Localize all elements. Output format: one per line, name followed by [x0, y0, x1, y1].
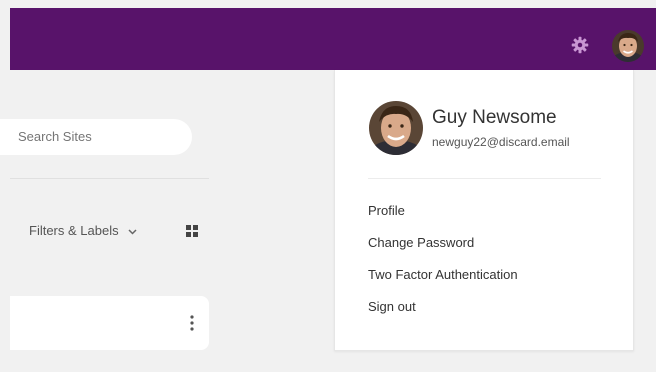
search-input[interactable]	[0, 119, 192, 155]
avatar[interactable]	[612, 30, 644, 62]
filters-labels-dropdown[interactable]: Filters & Labels	[29, 223, 137, 238]
user-menu-list: Profile Change Password Two Factor Authe…	[368, 203, 518, 331]
menu-item-profile[interactable]: Profile	[368, 203, 518, 235]
divider	[10, 178, 209, 179]
user-avatar	[369, 101, 423, 155]
chevron-down-icon	[128, 229, 137, 235]
top-bar	[10, 8, 656, 70]
gear-icon[interactable]	[571, 36, 589, 54]
user-email: newguy22@discard.email	[432, 135, 570, 149]
divider	[368, 178, 601, 179]
grid-icon[interactable]	[186, 225, 198, 237]
menu-item-two-factor-authentication[interactable]: Two Factor Authentication	[368, 267, 518, 299]
user-dropdown-menu: Guy Newsome newguy22@discard.email Profi…	[334, 70, 634, 351]
menu-item-sign-out[interactable]: Sign out	[368, 299, 518, 331]
menu-item-change-password[interactable]: Change Password	[368, 235, 518, 267]
user-name: Guy Newsome	[432, 107, 557, 128]
filters-labels-label: Filters & Labels	[29, 223, 119, 238]
kebab-menu-icon[interactable]	[186, 313, 198, 333]
site-card[interactable]	[10, 296, 209, 350]
